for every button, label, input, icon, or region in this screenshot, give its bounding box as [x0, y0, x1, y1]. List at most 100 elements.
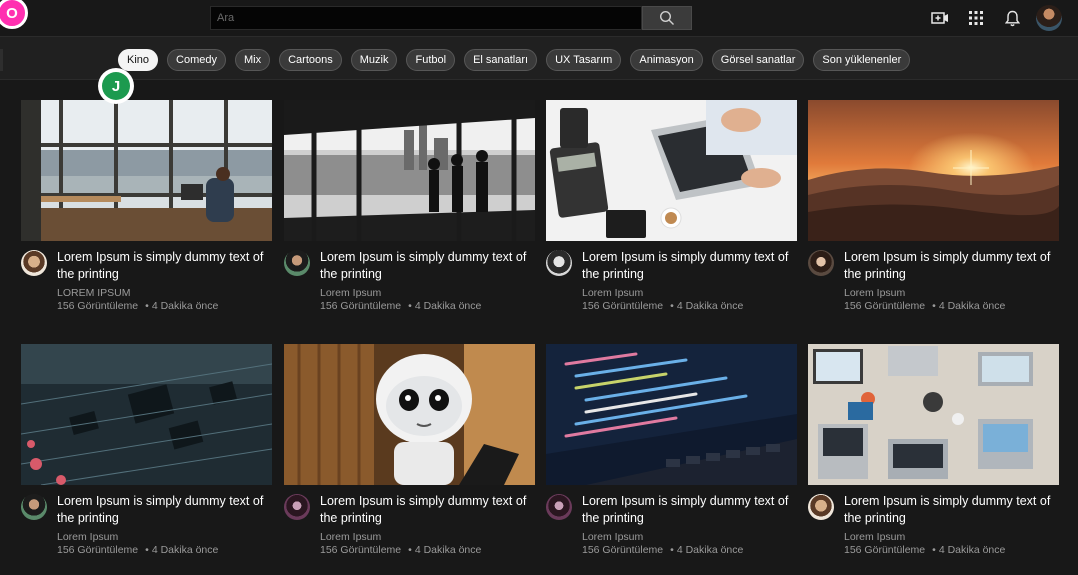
view-count: 156 Görüntüleme [57, 544, 139, 556]
apps-grid-icon[interactable] [964, 6, 988, 30]
chip-gorsel-sanatlar[interactable]: Görsel sanatlar [711, 49, 805, 71]
chip-comedy[interactable]: Comedy [167, 49, 226, 71]
code-screen-photo[interactable] [546, 344, 797, 485]
video-stats: 156 Görüntüleme • 4 Dakika önce [320, 544, 481, 556]
channel-avatar[interactable] [21, 250, 47, 276]
top-icons [928, 4, 1062, 32]
video-title[interactable]: Lorem Ipsum is simply dummy text of the … [320, 493, 530, 526]
video-meta: Lorem Ipsum is simply dummy text of the … [21, 485, 272, 575]
separator-dot: • [932, 544, 936, 556]
view-count: 156 Görüntüleme [57, 300, 139, 312]
channel-avatar[interactable] [546, 494, 572, 520]
chip-list: Kino Comedy Mix Cartoons Muzik Futbol El… [118, 49, 919, 71]
video-title[interactable]: Lorem Ipsum is simply dummy text of the … [582, 493, 792, 526]
video-card[interactable]: Lorem Ipsum is simply dummy text of the … [21, 344, 272, 575]
channel-name[interactable]: Lorem Ipsum [582, 287, 643, 299]
video-title[interactable]: Lorem Ipsum is simply dummy text of the … [844, 493, 1054, 526]
video-meta: Lorem Ipsum is simply dummy text of the … [284, 485, 535, 575]
video-meta: Lorem Ipsum is simply dummy text of the … [546, 241, 797, 331]
video-stats: 156 Görüntüleme • 4 Dakika önce [844, 544, 1005, 556]
city-window-silhouettes-photo[interactable] [284, 100, 535, 241]
video-title[interactable]: Lorem Ipsum is simply dummy text of the … [582, 249, 792, 282]
video-meta: Lorem Ipsum is simply dummy text of the … [284, 241, 535, 331]
video-title[interactable]: Lorem Ipsum is simply dummy text of the … [844, 249, 1054, 282]
separator-dot: • [408, 300, 412, 312]
channel-avatar[interactable] [284, 494, 310, 520]
channel-name[interactable]: Lorem Ipsum [844, 531, 905, 543]
search-input[interactable] [210, 6, 642, 30]
video-meta: Lorem Ipsum is simply dummy text of the … [546, 485, 797, 575]
video-meta: Lorem Ipsum is simply dummy text of the … [808, 485, 1059, 575]
logo[interactable]: O [0, 0, 28, 29]
team-desk-laptops-photo[interactable] [808, 344, 1059, 485]
account-badge-letter: J [102, 72, 130, 100]
search-bar [210, 6, 692, 30]
channel-avatar[interactable] [21, 494, 47, 520]
chip-mix[interactable]: Mix [235, 49, 271, 71]
circuit-board-photo[interactable] [21, 344, 272, 485]
sunset-mountains-photo[interactable] [808, 100, 1059, 241]
upload-time: 4 Dakika önce [151, 300, 219, 312]
video-meta: Lorem Ipsum is simply dummy text of the … [21, 241, 272, 331]
video-stats: 156 Görüntüleme • 4 Dakika önce [582, 544, 743, 556]
view-count: 156 Görüntüleme [844, 544, 926, 556]
channel-name[interactable]: LOREM IPSUM [57, 287, 131, 299]
video-card[interactable]: Lorem Ipsum is simply dummy text of the … [284, 100, 535, 331]
channel-name[interactable]: Lorem Ipsum [582, 531, 643, 543]
channel-avatar[interactable] [546, 250, 572, 276]
view-count: 156 Görüntüleme [844, 300, 926, 312]
chip-kino[interactable]: Kino [118, 49, 159, 71]
video-title[interactable]: Lorem Ipsum is simply dummy text of the … [320, 249, 530, 282]
upload-time: 4 Dakika önce [938, 300, 1006, 312]
category-chip-bar: Kino Comedy Mix Cartoons Muzik Futbol El… [0, 36, 1078, 80]
upload-time: 4 Dakika önce [676, 300, 744, 312]
view-count: 156 Görüntüleme [582, 544, 664, 556]
video-stats: 156 Görüntüleme • 4 Dakika önce [320, 300, 481, 312]
view-count: 156 Görüntüleme [320, 300, 402, 312]
video-card[interactable]: Lorem Ipsum is simply dummy text of the … [284, 344, 535, 575]
chip-muzik[interactable]: Muzik [350, 49, 398, 71]
video-title[interactable]: Lorem Ipsum is simply dummy text of the … [57, 493, 267, 526]
channel-name[interactable]: Lorem Ipsum [320, 531, 381, 543]
video-stats: 156 Görüntüleme • 4 Dakika önce [57, 544, 218, 556]
channel-name[interactable]: Lorem Ipsum [57, 531, 118, 543]
video-stats: 156 Görüntüleme • 4 Dakika önce [57, 300, 218, 312]
video-card[interactable]: Lorem Ipsum is simply dummy text of the … [546, 100, 797, 331]
upload-time: 4 Dakika önce [414, 300, 482, 312]
separator-dot: • [932, 300, 936, 312]
chip-animasyon[interactable]: Animasyon [630, 49, 703, 71]
video-card[interactable]: Lorem Ipsum is simply dummy text of the … [21, 100, 272, 331]
video-card[interactable]: Lorem Ipsum is simply dummy text of the … [808, 344, 1059, 575]
view-count: 156 Görüntüleme [582, 300, 664, 312]
office-window-photo[interactable] [21, 100, 272, 241]
separator-dot: • [670, 544, 674, 556]
channel-avatar[interactable] [284, 250, 310, 276]
separator-dot: • [670, 300, 674, 312]
channel-name[interactable]: Lorem Ipsum [844, 287, 905, 299]
chip-el-sanatlari[interactable]: El sanatları [464, 49, 538, 71]
upload-time: 4 Dakika önce [414, 544, 482, 556]
account-badge[interactable]: J [98, 68, 134, 104]
view-count: 156 Görüntüleme [320, 544, 402, 556]
upload-time: 4 Dakika önce [938, 544, 1006, 556]
channel-name[interactable]: Lorem Ipsum [320, 287, 381, 299]
logo-letter: O [6, 4, 18, 22]
video-card[interactable]: Lorem Ipsum is simply dummy text of the … [808, 100, 1059, 331]
user-avatar[interactable] [1036, 5, 1062, 31]
bell-icon[interactable] [1000, 6, 1024, 30]
laptop-desk-photo[interactable] [546, 100, 797, 241]
chip-ux-tasarim[interactable]: UX Tasarım [546, 49, 622, 71]
channel-avatar[interactable] [808, 494, 834, 520]
separator-dot: • [145, 544, 149, 556]
robot-photo[interactable] [284, 344, 535, 485]
search-button[interactable] [642, 6, 692, 30]
channel-avatar[interactable] [808, 250, 834, 276]
chip-cartoons[interactable]: Cartoons [279, 49, 342, 71]
video-card[interactable]: Lorem Ipsum is simply dummy text of the … [546, 344, 797, 575]
chip-son-yuklenenler[interactable]: Son yüklenenler [813, 49, 911, 71]
video-title[interactable]: Lorem Ipsum is simply dummy text of the … [57, 249, 267, 282]
video-meta: Lorem Ipsum is simply dummy text of the … [808, 241, 1059, 331]
video-stats: 156 Görüntüleme • 4 Dakika önce [582, 300, 743, 312]
chip-futbol[interactable]: Futbol [406, 49, 456, 71]
video-add-icon[interactable] [928, 6, 952, 30]
